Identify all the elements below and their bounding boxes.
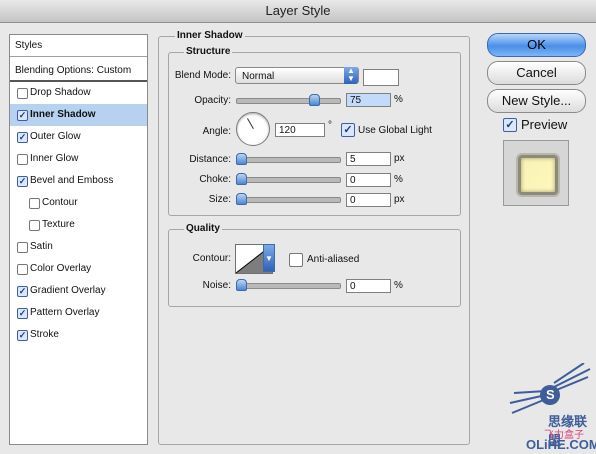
window-title: Layer Style <box>0 0 596 23</box>
size-slider-thumb[interactable] <box>236 193 247 205</box>
logo-letter: S <box>546 387 555 402</box>
style-item-label: Gradient Overlay <box>30 285 106 296</box>
angle-dial-hand <box>247 118 254 129</box>
style-item-label: Color Overlay <box>30 263 92 274</box>
watermark: S 思缘联盟 飞力盒子 OLiHE.COM <box>506 363 596 453</box>
noise-label: Noise: <box>202 280 231 291</box>
style-item-label: Drop Shadow <box>30 87 91 98</box>
distance-unit: px <box>394 153 405 164</box>
choke-slider[interactable] <box>236 173 341 185</box>
style-item-checkbox[interactable]: ✓ <box>17 176 28 187</box>
style-item-checkbox[interactable] <box>29 220 40 231</box>
blend-mode-value: Normal <box>242 71 275 82</box>
use-global-light-label: Use Global Light <box>358 125 432 136</box>
distance-slider-thumb[interactable] <box>236 153 247 165</box>
use-global-light-checkbox[interactable]: ✓ <box>341 123 355 137</box>
inner-shadow-title: Inner Shadow <box>175 30 245 41</box>
style-item-label: Inner Glow <box>30 153 79 164</box>
style-item-label: Satin <box>30 241 53 252</box>
ok-button[interactable]: OK <box>487 33 586 57</box>
style-item-gradient-overlay[interactable]: ✓ Gradient Overlay <box>10 280 147 302</box>
style-preview-thumbnail <box>503 140 569 206</box>
blend-mode-label: Blend Mode: <box>174 70 231 81</box>
size-input[interactable]: 0 <box>346 193 391 207</box>
style-item-checkbox[interactable] <box>17 88 28 99</box>
distance-slider[interactable] <box>236 153 341 165</box>
style-item-label: Inner Shadow <box>30 109 96 120</box>
size-slider[interactable] <box>236 193 341 205</box>
quality-title: Quality <box>184 223 222 234</box>
style-item-stroke[interactable]: ✓ Stroke <box>10 324 147 346</box>
style-item-drop-shadow[interactable]: Drop Shadow <box>10 82 147 104</box>
style-item-bevel-and-emboss[interactable]: ✓ Bevel and Emboss <box>10 170 147 192</box>
style-item-checkbox[interactable]: ✓ <box>17 286 28 297</box>
opacity-slider[interactable] <box>236 94 341 106</box>
structure-title: Structure <box>184 46 233 57</box>
style-item-label: Stroke <box>30 329 59 340</box>
blending-options-label: Blending Options: Custom <box>15 65 132 76</box>
style-item-label: Texture <box>42 219 75 230</box>
choke-label: Choke: <box>199 174 231 185</box>
opacity-input[interactable]: 75 <box>346 93 391 107</box>
preview-label: Preview <box>521 117 568 132</box>
preview-swatch <box>518 155 558 195</box>
style-item-label: Outer Glow <box>30 131 81 142</box>
select-arrows-icon: ▲ ▼ <box>344 67 358 84</box>
style-item-inner-shadow[interactable]: ✓ Inner Shadow <box>10 104 147 126</box>
distance-input[interactable]: 5 <box>346 152 391 166</box>
dialog-body: Styles Blending Options: Custom Drop Sha… <box>0 23 596 454</box>
styles-list: Styles Blending Options: Custom Drop Sha… <box>9 34 148 445</box>
style-item-color-overlay[interactable]: Color Overlay <box>10 258 147 280</box>
angle-label: Angle: <box>202 126 231 137</box>
choke-slider-thumb[interactable] <box>236 173 247 185</box>
noise-slider-thumb[interactable] <box>236 279 247 291</box>
noise-unit: % <box>394 280 403 291</box>
anti-aliased-label: Anti-aliased <box>307 254 360 265</box>
cancel-button[interactable]: Cancel <box>487 61 586 85</box>
size-label: Size: <box>208 194 231 205</box>
style-item-label: Bevel and Emboss <box>30 175 114 186</box>
style-item-inner-glow[interactable]: Inner Glow <box>10 148 147 170</box>
contour-dropdown-icon[interactable]: ▼ <box>263 244 275 272</box>
style-item-texture[interactable]: Texture <box>10 214 147 236</box>
anti-aliased-checkbox[interactable] <box>289 253 303 267</box>
style-item-contour[interactable]: Contour <box>10 192 147 214</box>
choke-unit: % <box>394 174 403 185</box>
angle-dial[interactable] <box>236 112 270 146</box>
style-item-label: Pattern Overlay <box>30 307 100 318</box>
contour-label: Contour: <box>192 253 231 264</box>
style-item-checkbox[interactable] <box>17 264 28 275</box>
angle-input[interactable]: 120 <box>275 123 325 137</box>
shadow-color-swatch[interactable] <box>363 69 399 86</box>
blend-mode-select[interactable]: Normal ▲ ▼ <box>235 67 359 84</box>
opacity-label: Opacity: <box>194 95 231 106</box>
noise-slider[interactable] <box>236 279 341 291</box>
choke-input[interactable]: 0 <box>346 173 391 187</box>
styles-header[interactable]: Styles <box>10 35 147 57</box>
size-unit: px <box>394 194 405 205</box>
angle-unit: ° <box>328 120 332 131</box>
style-item-checkbox[interactable]: ✓ <box>17 308 28 319</box>
style-item-checkbox[interactable] <box>29 198 40 209</box>
new-style-button[interactable]: New Style... <box>487 89 586 113</box>
blending-options-header[interactable]: Blending Options: Custom <box>10 60 147 82</box>
opacity-unit: % <box>394 94 403 105</box>
distance-label: Distance: <box>189 154 231 165</box>
style-item-checkbox[interactable]: ✓ <box>17 330 28 341</box>
styles-header-label: Styles <box>15 40 43 51</box>
watermark-url: OLiHE.COM <box>526 437 596 452</box>
style-item-outer-glow[interactable]: ✓ Outer Glow <box>10 126 147 148</box>
noise-input[interactable]: 0 <box>346 279 391 293</box>
style-item-label: Contour <box>42 197 78 208</box>
preview-checkbox[interactable]: ✓ <box>503 118 517 132</box>
quality-group <box>168 229 461 307</box>
style-item-checkbox[interactable]: ✓ <box>17 110 28 121</box>
style-item-satin[interactable]: Satin <box>10 236 147 258</box>
style-item-checkbox[interactable] <box>17 154 28 165</box>
style-item-checkbox[interactable] <box>17 242 28 253</box>
style-item-checkbox[interactable]: ✓ <box>17 132 28 143</box>
opacity-slider-thumb[interactable] <box>309 94 321 106</box>
style-item-pattern-overlay[interactable]: ✓ Pattern Overlay <box>10 302 147 324</box>
